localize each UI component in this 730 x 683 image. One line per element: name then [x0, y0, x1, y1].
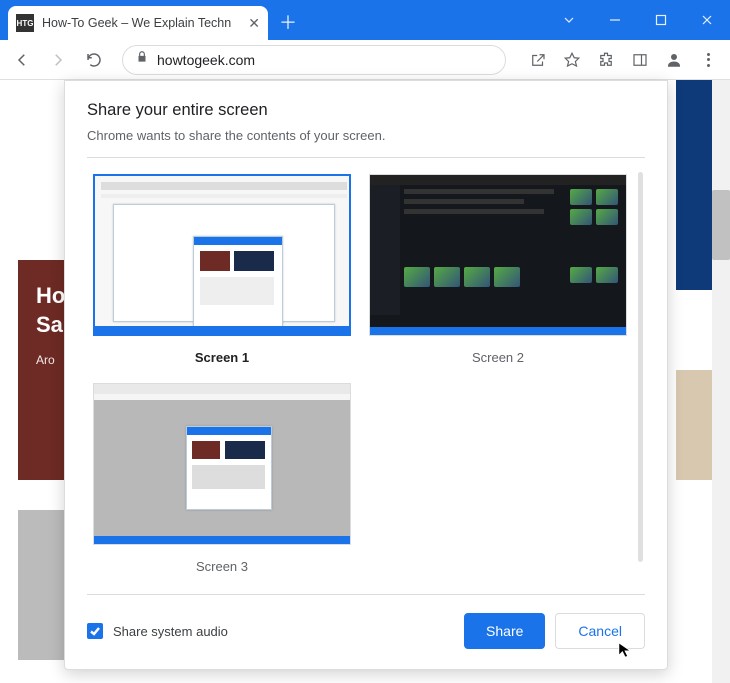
screen-option-2[interactable]: Screen 2: [369, 174, 627, 365]
chrome-menu-icon[interactable]: [694, 46, 722, 74]
window-titlebar: HTG How-To Geek – We Explain Techn ✕ ＋: [0, 0, 730, 40]
url-text: howtogeek.com: [157, 52, 255, 68]
dialog-title: Share your entire screen: [87, 101, 645, 120]
hero-text-line2: Sa: [36, 312, 63, 337]
share-audio-checkbox[interactable]: [87, 623, 103, 639]
share-audio-label: Share system audio: [113, 624, 228, 639]
screen-1-label: Screen 1: [195, 350, 249, 365]
page-scrollbar-thumb[interactable]: [712, 190, 730, 260]
screen-option-1[interactable]: Screen 1: [93, 174, 351, 365]
screen-option-3[interactable]: Screen 3: [93, 383, 351, 574]
close-tab-icon[interactable]: ✕: [248, 16, 260, 30]
window-controls: [546, 0, 730, 40]
side-panel-icon[interactable]: [626, 46, 654, 74]
dialog-subtitle: Chrome wants to share the contents of yo…: [87, 128, 645, 143]
maximize-icon[interactable]: [638, 0, 684, 40]
screen-3-label: Screen 3: [196, 559, 248, 574]
new-tab-button[interactable]: ＋: [274, 8, 302, 36]
address-bar[interactable]: howtogeek.com: [122, 45, 506, 75]
extensions-icon[interactable]: [592, 46, 620, 74]
screen-2-label: Screen 2: [472, 350, 524, 365]
tab-title: How-To Geek – We Explain Techn: [42, 16, 240, 30]
dialog-scrollbar[interactable]: [638, 172, 643, 562]
reload-button[interactable]: [80, 46, 108, 74]
page-header-bar: [676, 80, 712, 290]
lock-icon: [135, 50, 149, 69]
share-screen-dialog: Share your entire screen Chrome wants to…: [64, 80, 668, 670]
screen-2-thumbnail: [369, 174, 627, 336]
browser-tab[interactable]: HTG How-To Geek – We Explain Techn ✕: [8, 6, 268, 40]
share-page-icon[interactable]: [524, 46, 552, 74]
close-window-icon[interactable]: [684, 0, 730, 40]
back-button[interactable]: [8, 46, 36, 74]
profile-avatar-icon[interactable]: [660, 46, 688, 74]
browser-toolbar: howtogeek.com: [0, 40, 730, 80]
favicon: HTG: [16, 14, 34, 32]
dialog-footer: Share system audio Share Cancel: [87, 595, 645, 649]
page-scrollbar-track[interactable]: [712, 80, 730, 683]
bookmark-star-icon[interactable]: [558, 46, 586, 74]
share-button[interactable]: Share: [464, 613, 545, 649]
screen-options-container: Screen 1: [87, 157, 645, 595]
hero-text-line1: Ho: [36, 283, 65, 308]
chevron-down-icon[interactable]: [546, 0, 592, 40]
screen-3-thumbnail: [93, 383, 351, 545]
minimize-icon[interactable]: [592, 0, 638, 40]
screen-1-thumbnail: [93, 174, 351, 336]
page-side-image: [676, 370, 712, 480]
forward-button[interactable]: [44, 46, 72, 74]
mouse-cursor-icon: [617, 641, 635, 664]
page-viewport: HoSa Aro Share your entire screen Chrome…: [0, 80, 730, 683]
